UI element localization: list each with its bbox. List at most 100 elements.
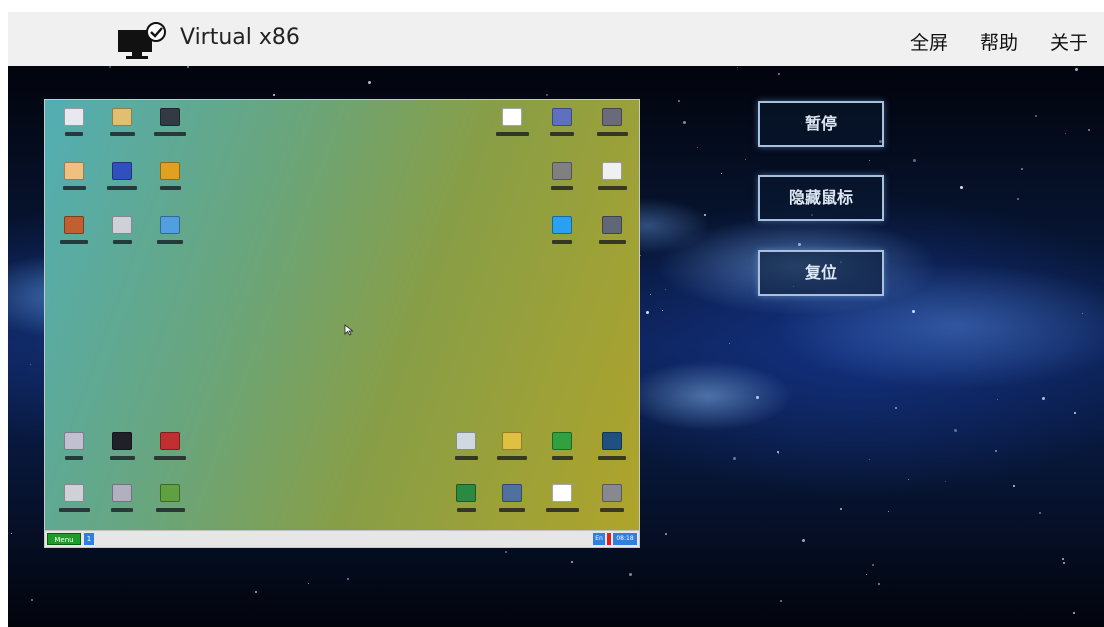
snake-game-icon[interactable]	[539, 432, 585, 472]
star	[913, 159, 916, 162]
gear-settings-icon[interactable]	[589, 484, 635, 524]
icon-label	[589, 240, 635, 246]
icon-label	[589, 508, 635, 514]
terminal-glyph	[160, 108, 180, 126]
network-glyph	[602, 108, 622, 126]
language-indicator[interactable]: En	[593, 533, 605, 545]
star	[1062, 558, 1064, 560]
tools-icon[interactable]	[147, 484, 193, 524]
star	[756, 396, 759, 399]
star	[912, 310, 915, 313]
start-menu-button[interactable]: Menu	[47, 533, 81, 545]
notes-icon[interactable]	[51, 162, 97, 202]
emulator-screen[interactable]: Menu 1 En 08:18	[44, 99, 640, 548]
star	[1021, 168, 1023, 170]
icon-label	[589, 186, 635, 192]
satellite-dish-icon[interactable]	[539, 162, 585, 202]
star	[571, 561, 573, 563]
disk-tool-icon[interactable]	[51, 432, 97, 472]
star	[546, 94, 548, 96]
star	[1063, 562, 1065, 564]
icon-label	[147, 240, 193, 246]
bar-chart-app-glyph	[502, 432, 522, 450]
pause-button[interactable]: 暂停	[758, 101, 884, 147]
puzzle-icon[interactable]	[99, 484, 145, 524]
icon-label	[51, 186, 97, 192]
star	[1088, 129, 1090, 131]
rubiks-cube-glyph	[160, 432, 180, 450]
close-tool-icon[interactable]	[147, 162, 193, 202]
board-game-glyph	[64, 484, 84, 502]
bubbles-icon[interactable]	[443, 432, 489, 472]
star	[895, 407, 897, 409]
star	[1082, 313, 1083, 314]
star	[869, 459, 870, 460]
star	[640, 255, 641, 256]
hide-mouse-button[interactable]: 隐藏鼠标	[758, 175, 884, 221]
task-count-badge[interactable]: 1	[84, 533, 94, 545]
nav-fullscreen-link[interactable]: 全屏	[910, 28, 948, 55]
star	[665, 289, 666, 290]
snake-game-glyph	[552, 432, 572, 450]
star	[802, 539, 805, 542]
folder-glyph	[112, 108, 132, 126]
grid-app-glyph	[456, 484, 476, 502]
notes-glyph	[64, 162, 84, 180]
dots-game-glyph	[552, 484, 572, 502]
network-icon[interactable]	[589, 108, 635, 148]
star	[1035, 115, 1037, 117]
folder-icon[interactable]	[99, 108, 145, 148]
emulator-taskbar: Menu 1 En 08:18	[45, 530, 639, 547]
star	[1017, 198, 1019, 200]
ship-app-icon[interactable]	[489, 484, 535, 524]
monitor-app-glyph	[552, 108, 572, 126]
bf-app-icon[interactable]	[539, 216, 585, 256]
board-game-icon[interactable]	[51, 484, 97, 524]
disk-tool-glyph	[64, 432, 84, 450]
dots-game-icon[interactable]	[539, 484, 585, 524]
star	[960, 186, 963, 189]
icon-label	[99, 186, 145, 192]
nav-help-link[interactable]: 帮助	[980, 28, 1018, 55]
star	[721, 173, 722, 174]
nav-about-link[interactable]: 关于	[1050, 28, 1088, 55]
star	[995, 450, 997, 452]
monitor-app-icon[interactable]	[539, 108, 585, 148]
star	[872, 564, 874, 566]
icon-label	[589, 456, 635, 462]
terminal-icon[interactable]	[147, 108, 193, 148]
star	[31, 599, 33, 601]
grid-app-icon[interactable]	[443, 484, 489, 524]
chart-app-icon[interactable]	[51, 216, 97, 256]
reset-button[interactable]: 复位	[758, 250, 884, 296]
star	[650, 294, 651, 295]
icon-label	[99, 456, 145, 462]
calculator-glyph	[112, 216, 132, 234]
app-title: Virtual x86	[180, 25, 300, 50]
chip-icon[interactable]	[589, 432, 635, 472]
bar-chart-app-icon[interactable]	[489, 432, 535, 472]
star	[945, 481, 946, 482]
computer-glyph	[602, 216, 622, 234]
archive-icon[interactable]	[589, 162, 635, 202]
rubiks-cube-icon[interactable]	[147, 432, 193, 472]
close-tool-glyph	[160, 162, 180, 180]
bubbles-glyph	[456, 432, 476, 450]
media-app-icon[interactable]	[489, 108, 535, 148]
star	[908, 479, 909, 480]
star	[1039, 512, 1041, 514]
archive-glyph	[602, 162, 622, 180]
star	[798, 243, 801, 246]
floppy-disk-icon[interactable]	[51, 108, 97, 148]
star	[368, 81, 371, 84]
computer-icon[interactable]	[589, 216, 635, 256]
star	[683, 121, 686, 124]
star	[662, 310, 663, 311]
star	[733, 457, 736, 460]
image-viewer-icon[interactable]	[147, 216, 193, 256]
star	[737, 67, 738, 68]
display-settings-icon[interactable]	[99, 432, 145, 472]
calculator-icon[interactable]	[99, 216, 145, 256]
star	[109, 66, 111, 68]
calendar-app-icon[interactable]	[99, 162, 145, 202]
